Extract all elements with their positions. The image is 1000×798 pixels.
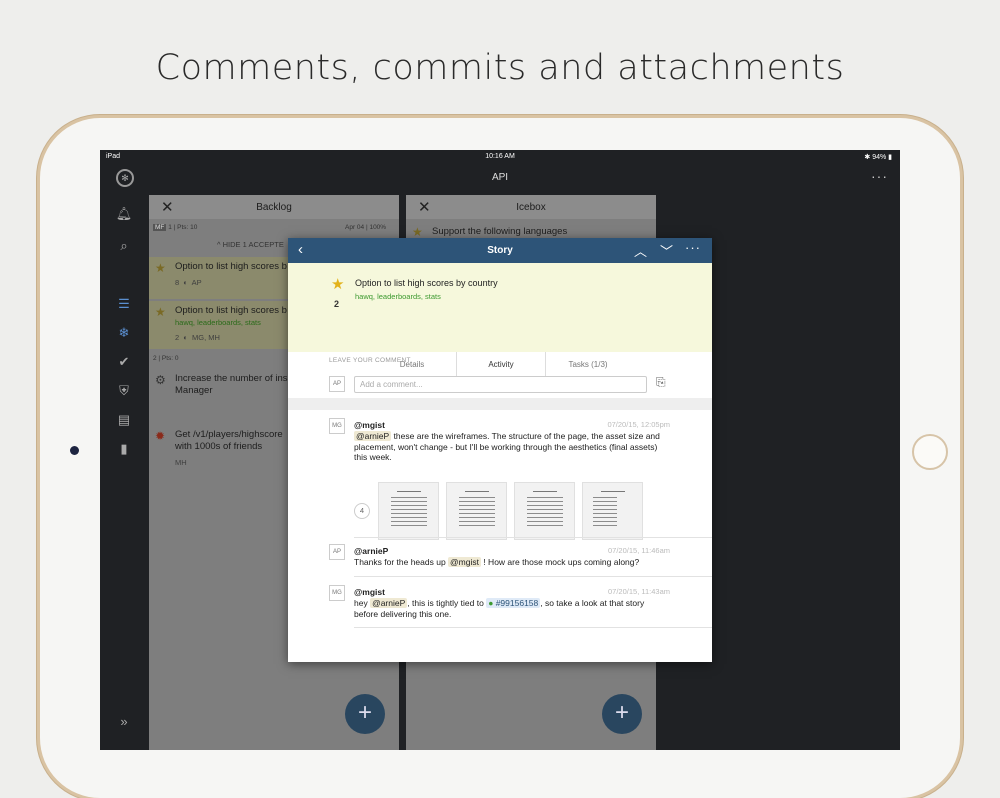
- avatar: MG: [329, 418, 345, 434]
- divider: [288, 398, 712, 410]
- mention[interactable]: @arnieP: [370, 598, 408, 608]
- inbox-icon[interactable]: ▤: [114, 410, 134, 430]
- comment-timestamp: 07/20/15, 11:46am: [608, 546, 670, 555]
- comment-timestamp: 07/20/15, 12:05pm: [607, 420, 670, 429]
- ipad-screen: iPad 10:16 AM ✱ 94% ▮ ✻ API ··· 🔔︎ ⌕ ☰ ❄…: [100, 150, 900, 750]
- comment-author[interactable]: @arnieP: [354, 546, 388, 556]
- gear-icon: ⚙: [155, 373, 166, 387]
- status-bar: iPad 10:16 AM ✱ 94% ▮: [100, 150, 900, 164]
- avatar: AP: [329, 376, 345, 392]
- shield-icon[interactable]: ⛨: [114, 381, 134, 401]
- check-icon[interactable]: ✔: [114, 352, 134, 372]
- comment-author[interactable]: @mgist: [354, 587, 385, 597]
- divider: [354, 537, 712, 538]
- clock: 10:16 AM: [485, 153, 515, 160]
- divider: [354, 576, 712, 577]
- project-title: API: [491, 172, 509, 183]
- comment-input[interactable]: Add a comment...: [354, 376, 647, 393]
- comment-body: hey @arnieP, this is tightly tied to ● #…: [354, 598, 645, 619]
- comment-body: Thanks for the heads up @mgist ! How are…: [354, 557, 640, 567]
- icebox-header: ✕ Icebox: [406, 195, 656, 219]
- headline: Comments, commits and attachments: [155, 48, 845, 88]
- comment-author[interactable]: @mgist: [354, 420, 385, 430]
- backlog-header: ✕ Backlog: [149, 195, 399, 219]
- app-bar: ✻ API ···: [100, 164, 900, 194]
- tab-tasks[interactable]: Tasks (1/3): [544, 352, 632, 377]
- icebox-title: Icebox: [516, 202, 546, 213]
- story-modal: ‹ Story ︿ ﹀ ··· ★ 2 Option to list high …: [288, 238, 712, 662]
- comment-timestamp: 07/20/15, 11:43am: [608, 587, 670, 596]
- bell-icon[interactable]: 🔔︎: [114, 204, 134, 224]
- snowflake-icon[interactable]: ❄: [114, 323, 134, 343]
- story-link[interactable]: ● #99156158: [486, 598, 541, 608]
- attachment-icon[interactable]: ⎘: [656, 375, 666, 390]
- sidebar: 🔔︎ ⌕ ☰ ❄ ✔ ⛨ ▤ ▮ »: [100, 194, 148, 750]
- story-estimate[interactable]: 2: [334, 299, 339, 309]
- chevron-up-icon[interactable]: ︿: [634, 241, 647, 260]
- feature-star-icon: ★: [331, 276, 345, 293]
- attachment-thumbnail[interactable]: [582, 482, 643, 540]
- bug-icon: ✹: [155, 429, 166, 443]
- backlog-meta: MF 1 | Pts: 10: [153, 224, 198, 231]
- tab-details[interactable]: Details: [368, 352, 456, 377]
- backlog-title: Backlog: [256, 202, 292, 213]
- tab-activity[interactable]: Activity: [456, 352, 546, 377]
- hide-accepted-toggle[interactable]: ^ HIDE 1 ACCEPTE: [217, 240, 284, 249]
- attachment-thumbnail[interactable]: [514, 482, 575, 540]
- comment-body: @arnieP these are the wireframes. The st…: [354, 431, 660, 462]
- expand-icon[interactable]: »: [114, 712, 134, 732]
- mention[interactable]: @mgist: [448, 557, 481, 567]
- star-icon: ★: [155, 305, 166, 319]
- avatar: AP: [329, 544, 345, 560]
- more-icon[interactable]: ···: [685, 240, 701, 255]
- attachment-thumbnail[interactable]: [446, 482, 507, 540]
- story-labels[interactable]: hawq, leaderboards, stats: [355, 292, 441, 301]
- mention[interactable]: @arnieP: [354, 431, 392, 441]
- attachment-thumbnail[interactable]: [378, 482, 439, 540]
- more-icon[interactable]: ···: [871, 168, 888, 184]
- star-icon: ★: [155, 261, 166, 275]
- story-modal-title: Story: [487, 245, 513, 256]
- comment: AP @arnieP 07/20/15, 11:46am Thanks for …: [288, 542, 712, 580]
- story-modal-header: ‹ Story ︿ ﹀ ···: [288, 238, 712, 263]
- star-icon: ★: [412, 225, 423, 239]
- avatar: MG: [329, 585, 345, 601]
- home-button[interactable]: [912, 434, 948, 470]
- group-meta: 2 | Pts: 0: [153, 355, 179, 362]
- search-icon[interactable]: ⌕: [114, 236, 134, 256]
- battery-label: ✱ 94% ▮: [864, 154, 892, 161]
- divider: [354, 627, 712, 628]
- comment: MG @mgist 07/20/15, 12:05pm @arnieP thes…: [288, 416, 712, 540]
- list-icon[interactable]: ☰: [114, 294, 134, 314]
- chart-icon[interactable]: ▮: [114, 439, 134, 459]
- camera: [70, 446, 79, 455]
- story-name[interactable]: Option to list high scores by country: [355, 278, 498, 288]
- chevron-down-icon[interactable]: ﹀: [660, 241, 673, 260]
- story-summary: ★ 2 Option to list high scores by countr…: [288, 263, 712, 377]
- attachment-count: 4: [354, 503, 370, 519]
- backlog-meta-right: Apr 04 | 100%: [345, 224, 387, 231]
- leave-comment-label: LEAVE YOUR COMMENT: [329, 357, 411, 364]
- add-story-button[interactable]: +: [345, 694, 385, 734]
- add-story-button[interactable]: +: [602, 694, 642, 734]
- comment: MG @mgist 07/20/15, 11:43am hey @arnieP,…: [288, 583, 712, 631]
